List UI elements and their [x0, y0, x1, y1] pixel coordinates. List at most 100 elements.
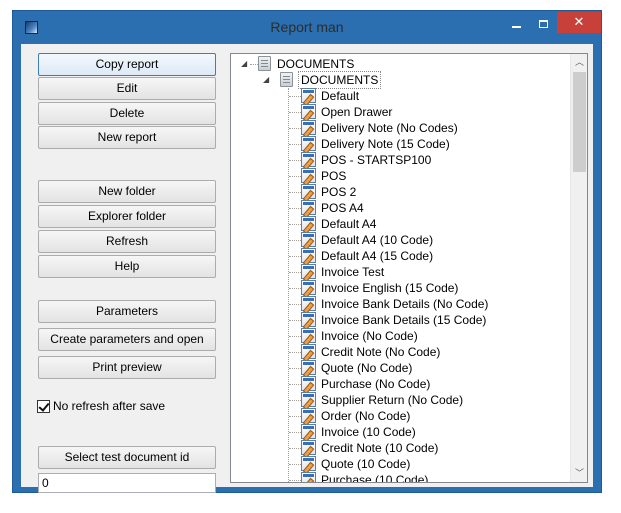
tree-line	[289, 256, 301, 257]
tree-root-label[interactable]: DOCUMENTS	[277, 56, 354, 72]
tree-child-label[interactable]: DOCUMENTS	[297, 71, 382, 89]
tree-item-label[interactable]: Quote (No Code)	[321, 360, 412, 376]
close-button[interactable]: ✕	[557, 12, 601, 33]
tree-line	[289, 464, 301, 465]
select-test-document-id-button[interactable]: Select test document id	[38, 446, 216, 469]
help-button[interactable]: Help	[38, 255, 216, 278]
tree-line	[289, 352, 301, 353]
minimize-button[interactable]	[503, 13, 530, 33]
create-parameters-and-open-button[interactable]: Create parameters and open	[38, 328, 216, 351]
tree-item-label[interactable]: Order (No Code)	[321, 408, 410, 424]
delete-button[interactable]: Delete	[38, 102, 216, 125]
report-icon	[301, 232, 316, 247]
tree-line	[289, 400, 301, 401]
minimize-icon	[512, 25, 521, 28]
tree-item-label[interactable]: Credit Note (10 Code)	[321, 440, 438, 456]
client-area: Copy report Edit Delete New report New f…	[21, 44, 593, 493]
tree-item-label[interactable]: Invoice (10 Code)	[321, 424, 416, 440]
tree-item-label[interactable]: Open Drawer	[321, 104, 392, 120]
collapse-icon[interactable]: ◢	[241, 56, 247, 72]
tree-line	[289, 176, 301, 177]
tree-item-label[interactable]: POS A4	[321, 200, 364, 216]
tree-item-label[interactable]: Invoice Bank Details (No Code)	[321, 296, 488, 312]
print-preview-button[interactable]: Print preview	[38, 356, 216, 379]
tree-line	[289, 480, 301, 481]
tree-item-label[interactable]: Default A4 (15 Code)	[321, 248, 433, 264]
tree-line	[289, 288, 301, 289]
tree-item-label[interactable]: Supplier Return (No Code)	[321, 392, 463, 408]
scroll-thumb[interactable]	[573, 72, 586, 172]
maximize-icon	[539, 19, 548, 28]
no-refresh-label[interactable]: No refresh after save	[53, 399, 165, 413]
tree-line	[289, 112, 301, 113]
tree-item-label[interactable]: Purchase (10 Code)	[321, 472, 428, 482]
tree-line	[289, 368, 301, 369]
tree-item-label[interactable]: Default A4	[321, 216, 376, 232]
report-man-window: Report man ✕ Copy report Edit Delete New…	[12, 10, 602, 493]
close-icon: ✕	[573, 14, 585, 29]
tree-line	[289, 416, 301, 417]
tree-line	[289, 96, 301, 97]
tree-line	[289, 240, 301, 241]
report-icon	[301, 200, 316, 215]
report-icon	[301, 360, 316, 375]
tree-item-label[interactable]: Default	[321, 88, 359, 104]
new-report-button[interactable]: New report	[38, 126, 216, 149]
tree-item-label[interactable]: Quote (10 Code)	[321, 456, 410, 472]
maximize-button[interactable]	[530, 13, 557, 33]
tree-line	[289, 304, 301, 305]
tree-line	[289, 160, 301, 161]
refresh-button[interactable]: Refresh	[38, 230, 216, 253]
tree-line	[289, 192, 301, 193]
explorer-folder-button[interactable]: Explorer folder	[38, 205, 216, 228]
report-icon	[301, 120, 316, 135]
scroll-up-icon[interactable]: ︿	[571, 54, 587, 71]
tree-line	[288, 88, 289, 482]
tree-item-label[interactable]: Invoice Bank Details (15 Code)	[321, 312, 486, 328]
report-icon	[301, 440, 316, 455]
tree-item-label[interactable]: Delivery Note (15 Code)	[321, 136, 450, 152]
report-icon	[301, 264, 316, 279]
tree-item-label[interactable]: Invoice Test	[321, 264, 384, 280]
report-icon	[301, 472, 316, 482]
tree-line	[289, 320, 301, 321]
copy-report-button[interactable]: Copy report	[38, 53, 216, 76]
report-tree[interactable]: ◢ DOCUMENTS ◢ DOCUMENTS Default Open Draw…	[230, 53, 588, 483]
tree-vertical-scrollbar[interactable]: ︿ ﹀	[570, 54, 587, 482]
report-icon	[301, 312, 316, 327]
tree-item-label[interactable]: Default A4 (10 Code)	[321, 232, 433, 248]
tree-item-label[interactable]: Invoice (No Code)	[321, 328, 418, 344]
report-icon	[301, 184, 316, 199]
tree-item-label[interactable]: Credit Note (No Code)	[321, 344, 440, 360]
folder-icon	[258, 56, 271, 71]
tree-item-label[interactable]: POS - STARTSP100	[321, 152, 431, 168]
no-refresh-checkbox[interactable]	[37, 400, 50, 413]
parameters-button[interactable]: Parameters	[38, 300, 216, 323]
new-folder-button[interactable]: New folder	[38, 180, 216, 203]
report-icon	[301, 104, 316, 119]
tree-item-label[interactable]: Invoice English (15 Code)	[321, 280, 458, 296]
tree-line	[289, 144, 301, 145]
report-icon	[301, 392, 316, 407]
report-icon	[301, 408, 316, 423]
report-icon	[301, 152, 316, 167]
tree-item-label[interactable]: Delivery Note (No Codes)	[321, 120, 458, 136]
edit-button[interactable]: Edit	[38, 77, 216, 100]
title-bar[interactable]: Report man ✕	[13, 11, 601, 43]
tree-item-label[interactable]: POS	[321, 168, 346, 184]
report-icon	[301, 456, 316, 471]
report-icon	[301, 376, 316, 391]
scroll-down-icon[interactable]: ﹀	[571, 465, 587, 482]
tree-item-label[interactable]: POS 2	[321, 184, 356, 200]
collapse-icon[interactable]: ◢	[263, 72, 269, 88]
test-document-id-input[interactable]: 0	[38, 473, 216, 493]
report-icon	[301, 328, 316, 343]
tree-item-label[interactable]: Purchase (No Code)	[321, 376, 430, 392]
tree-line	[289, 432, 301, 433]
tree-line	[289, 336, 301, 337]
tree-content: ◢ DOCUMENTS ◢ DOCUMENTS Default Open Draw…	[231, 54, 570, 482]
tree-line	[289, 272, 301, 273]
tree-line	[289, 128, 301, 129]
report-icon	[301, 296, 316, 311]
tree-line	[289, 448, 301, 449]
